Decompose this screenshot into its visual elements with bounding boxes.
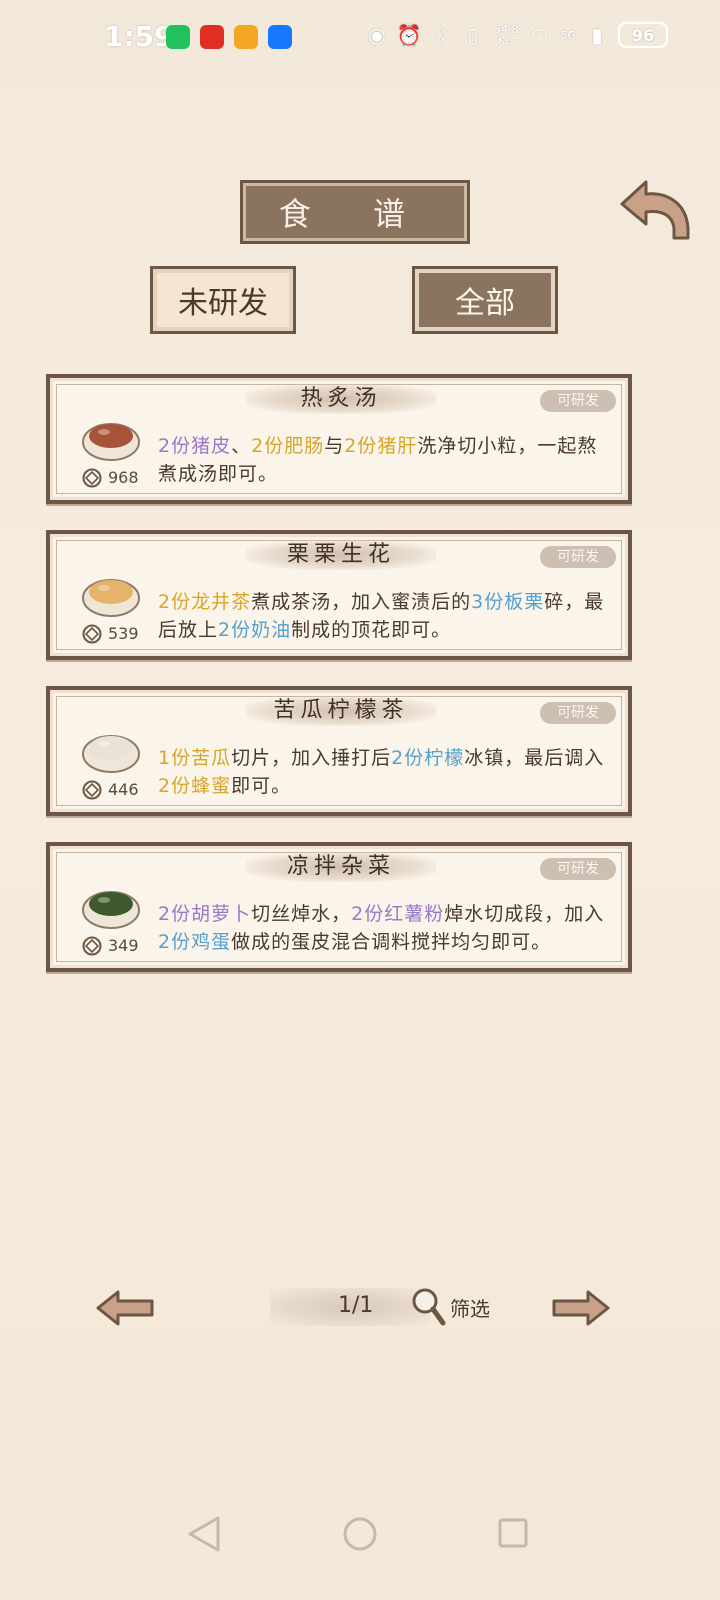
ingredient-highlight: 2份猪皮 xyxy=(158,435,232,457)
ingredient-highlight: 2份红薯粉 xyxy=(351,903,445,925)
recipe-name: 热炙汤 xyxy=(246,384,436,414)
signal-label: 5G xyxy=(560,28,576,42)
recipe-price: 539 xyxy=(108,624,139,643)
battery-indicator: 96 xyxy=(618,22,668,48)
recipe-card[interactable]: 凉拌杂菜 可研发 349 2份胡萝卜切丝焯水，2份红薯粉焯水切成段，加入 2份鸡蛋做成的… xyxy=(46,842,632,972)
description-text: 焯水切成段，加入 xyxy=(444,903,605,925)
coin-icon xyxy=(82,780,102,800)
description-text: 、 xyxy=(231,435,252,457)
bluetooth-icon: ᛒ xyxy=(434,23,447,47)
signal-icon: ▮ xyxy=(591,23,603,47)
recipe-name: 栗栗生花 xyxy=(246,540,436,570)
recipe-description: 2份猪皮、2份肥肠与2份猪肝洗净切小粒，一起熬煮成汤即可。 xyxy=(158,432,608,488)
back-arrow-icon[interactable] xyxy=(616,176,692,242)
ingredient-highlight: 2份胡萝卜 xyxy=(158,903,252,925)
recents-nav-icon[interactable] xyxy=(498,1518,528,1548)
back-nav-icon[interactable] xyxy=(188,1516,220,1552)
description-text: 做成的蛋皮混合调料搅拌均匀即可。 xyxy=(231,931,552,953)
description-text: 制成的顶花即可。 xyxy=(291,619,452,641)
recipe-name: 苦瓜柠檬茶 xyxy=(246,696,436,726)
recipe-card[interactable]: 热炙汤 可研发 968 2份猪皮、2份肥肠与2份猪肝洗净切小粒，一起熬煮成汤即可。 xyxy=(46,374,632,504)
description-text: 冰镇，最后调入 xyxy=(464,747,605,769)
ingredient-highlight: 2份猪肝 xyxy=(344,435,418,457)
recipe-price: 349 xyxy=(108,936,139,955)
recipe-name: 凉拌杂菜 xyxy=(246,852,436,882)
page-number: 1/1 xyxy=(338,1293,374,1318)
next-arrow-icon[interactable] xyxy=(550,1288,612,1328)
coin-icon xyxy=(82,624,102,644)
ingredient-highlight: 2份龙井茶 xyxy=(158,591,252,613)
researchable-badge[interactable]: 可研发 xyxy=(540,858,616,880)
wechat-icon xyxy=(166,25,190,49)
system-navigation-bar xyxy=(188,1516,528,1552)
description-text: 即可。 xyxy=(231,775,292,797)
description-text: 切片，加入捶打后 xyxy=(231,747,392,769)
dish-image xyxy=(82,579,140,617)
status-bar: 1:59 ◉ ⏰ ᛒ ▯ 54.8 K/s ◠ 5G ▮ 96 xyxy=(0,0,720,74)
wifi-icon: ◠ xyxy=(530,23,549,47)
recipe-description: 2份龙井茶煮成茶汤，加入蜜渍后的3份板栗碎，最后放上2份奶油制成的顶花即可。 xyxy=(158,588,608,644)
page-title: 食 谱 xyxy=(240,180,470,244)
dish-image xyxy=(82,891,140,929)
dish-image xyxy=(82,735,140,773)
researchable-badge[interactable]: 可研发 xyxy=(540,702,616,724)
ingredient-highlight: 3份板栗 xyxy=(471,591,545,613)
ingredient-highlight: 2份鸡蛋 xyxy=(158,931,232,953)
pinduoduo-icon xyxy=(200,25,224,49)
alarm-icon: ⏰ xyxy=(396,23,422,47)
description-text: 切丝焯水， xyxy=(251,903,352,925)
eye-icon: ◉ xyxy=(368,23,386,47)
status-icons: ◉ ⏰ ᛒ ▯ 54.8 K/s ◠ 5G ▮ 96 xyxy=(366,22,668,48)
recipe-card[interactable]: 栗栗生花 可研发 539 2份龙井茶煮成茶汤，加入蜜渍后的3份板栗碎，最后放上2份奶油… xyxy=(46,530,632,660)
vibrate-icon: ▯ xyxy=(467,23,479,47)
description-text: 与 xyxy=(324,435,345,457)
filter-label[interactable]: 筛选 xyxy=(450,1293,490,1322)
recipe-description: 1份苦瓜切片，加入捶打后2份柠檬冰镇，最后调入 2份蜂蜜即可。 xyxy=(158,744,608,800)
prev-arrow-icon[interactable] xyxy=(94,1288,156,1328)
network-speed: 54.8 K/s xyxy=(493,23,519,47)
ingredient-highlight: 1份苦瓜 xyxy=(158,747,232,769)
filter-undeveloped-button[interactable]: 未研发 xyxy=(150,266,296,334)
recipe-description: 2份胡萝卜切丝焯水，2份红薯粉焯水切成段，加入 2份鸡蛋做成的蛋皮混合调料搅拌均匀… xyxy=(158,900,608,956)
alipay-icon xyxy=(268,25,292,49)
dish-image xyxy=(82,423,140,461)
researchable-badge[interactable]: 可研发 xyxy=(540,546,616,568)
ingredient-highlight: 2份蜂蜜 xyxy=(158,775,232,797)
recipe-card[interactable]: 苦瓜柠檬茶 可研发 446 1份苦瓜切片，加入捶打后2份柠檬冰镇，最后调入 2份蜂蜜即可… xyxy=(46,686,632,816)
ingredient-highlight: 2份柠檬 xyxy=(391,747,465,769)
home-nav-icon[interactable] xyxy=(343,1517,377,1551)
researchable-badge[interactable]: 可研发 xyxy=(540,390,616,412)
coin-icon xyxy=(82,468,102,488)
clock: 1:59 xyxy=(104,20,174,53)
recipe-price: 968 xyxy=(108,468,139,487)
ingredient-highlight: 2份肥肠 xyxy=(251,435,325,457)
weibo-icon xyxy=(234,25,258,49)
filter-all-button[interactable]: 全部 xyxy=(412,266,558,334)
magnifier-icon[interactable] xyxy=(410,1286,446,1326)
recipe-price: 446 xyxy=(108,780,139,799)
ingredient-highlight: 2份奶油 xyxy=(218,619,292,641)
coin-icon xyxy=(82,936,102,956)
description-text: 煮成茶汤，加入蜜渍后的 xyxy=(251,591,472,613)
